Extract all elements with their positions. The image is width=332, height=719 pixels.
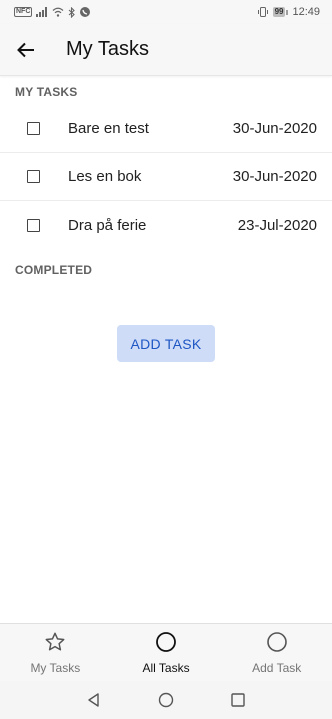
status-bar: NFC 99 12:49 [0,0,332,24]
nav-item-add-task[interactable]: Add Task [221,624,332,681]
circle-icon [155,631,177,653]
task-row[interactable]: Les en bok 30-Jun-2020 [0,153,332,201]
task-row[interactable]: Dra på ferie 23-Jul-2020 [0,201,332,249]
bluetooth-icon [69,6,76,18]
system-back-icon[interactable] [85,691,103,709]
nfc-icon: NFC [14,7,33,17]
page-title: My Tasks [66,38,149,60]
status-left: NFC [14,6,91,18]
circle-icon [266,631,288,653]
add-task-button[interactable]: ADD TASK [117,325,215,362]
task-date: 30-Jun-2020 [232,120,317,137]
task-checkbox[interactable] [27,122,40,135]
system-recents-icon[interactable] [229,691,247,709]
task-name: Les en bok [68,168,142,185]
battery-level: 99 [272,7,286,17]
section-header-my-tasks: MY TASKS [15,85,78,99]
arrow-back-icon [17,42,34,57]
vibrate-icon [257,7,268,17]
system-home-icon[interactable] [157,691,175,709]
bottom-nav: My Tasks All Tasks Add Task [0,623,332,681]
status-right: 99 12:49 [257,6,320,18]
back-button[interactable] [0,24,52,76]
system-nav-bar [0,681,332,719]
nav-label: All Tasks [142,661,190,675]
task-date: 23-Jul-2020 [237,216,317,234]
task-name: Dra på ferie [68,216,147,234]
task-checkbox[interactable] [27,170,40,183]
clock-time: 12:49 [292,6,320,18]
nav-item-my-tasks[interactable]: My Tasks [0,624,111,681]
app-bar: My Tasks [0,24,332,76]
nav-item-all-tasks[interactable]: All Tasks [111,624,222,681]
star-icon [44,631,66,653]
wifi-icon [52,7,64,17]
signal-icon [36,7,48,17]
task-row[interactable]: Bare en test 30-Jun-2020 [0,105,332,153]
task-name: Bare en test [68,120,149,137]
nav-label: My Tasks [30,661,81,675]
battery-icon: 99 [272,7,289,17]
phone-icon [80,7,91,17]
nav-label: Add Task [252,661,302,675]
task-date: 30-Jun-2020 [232,168,317,185]
task-checkbox[interactable] [27,218,40,232]
section-header-completed: COMPLETED [15,263,93,277]
